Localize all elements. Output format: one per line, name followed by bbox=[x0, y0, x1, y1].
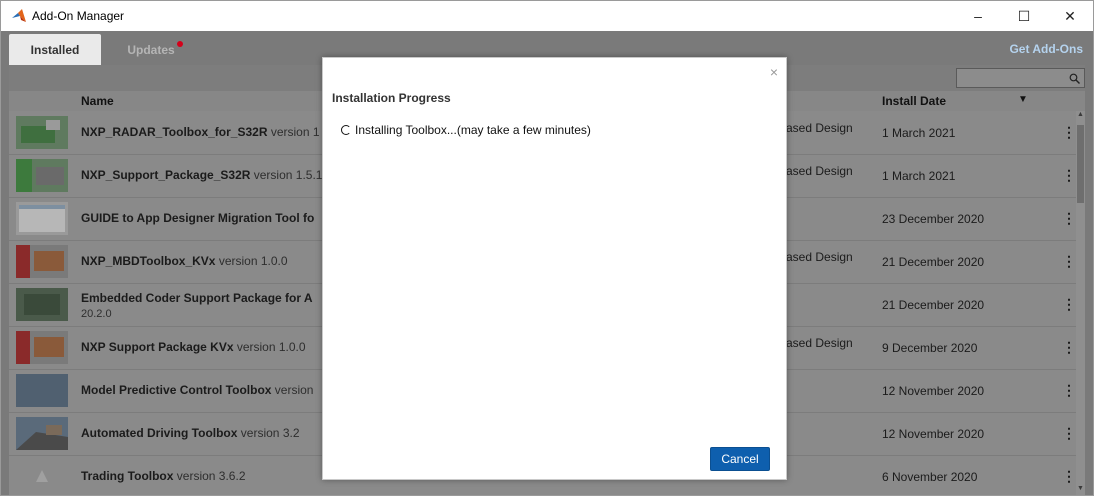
addon-category: ased Design bbox=[786, 164, 853, 178]
sort-dropdown-icon[interactable]: ▼ bbox=[1018, 94, 1028, 105]
row-options-icon[interactable]: ⋮ bbox=[1062, 425, 1076, 442]
board-thumbnail-icon bbox=[16, 159, 68, 192]
column-header-name[interactable]: Name bbox=[81, 94, 114, 108]
addon-category: ased Design bbox=[786, 336, 853, 350]
title-bar: Add-On Manager – ☐ ✕ bbox=[1, 1, 1093, 31]
window-controls: – ☐ ✕ bbox=[955, 1, 1093, 31]
tab-installed[interactable]: Installed bbox=[9, 34, 101, 65]
search-icon bbox=[1069, 73, 1080, 84]
addon-title: NXP Support Package KVx version 1.0.0 bbox=[81, 340, 306, 354]
row-options-icon[interactable]: ⋮ bbox=[1062, 253, 1076, 270]
get-addons-link[interactable]: Get Add-Ons bbox=[1009, 42, 1083, 56]
addon-title: NXP_MBDToolbox_KVx version 1.0.0 bbox=[81, 254, 288, 268]
board-thumbnail-icon bbox=[16, 245, 68, 278]
scroll-down-arrow-icon[interactable]: ▼ bbox=[1076, 485, 1085, 495]
addon-version: 20.2.0 bbox=[81, 308, 112, 320]
spinner-icon bbox=[341, 125, 351, 135]
addon-title: GUIDE to App Designer Migration Tool fo bbox=[81, 211, 315, 225]
addon-title: NXP_RADAR_Toolbox_for_S32R version 1 bbox=[81, 125, 320, 139]
installation-status: Installing Toolbox...(may take a few min… bbox=[341, 123, 591, 137]
tab-installed-label: Installed bbox=[30, 42, 80, 57]
addon-category: ased Design bbox=[786, 121, 853, 135]
cancel-button[interactable]: Cancel bbox=[710, 447, 770, 471]
addon-category: ased Design bbox=[786, 250, 853, 264]
addon-title: NXP_Support_Package_S32R version 1.5.1 bbox=[81, 168, 323, 182]
addon-title: Automated Driving Toolbox version 3.2 bbox=[81, 426, 300, 440]
column-header-install-date[interactable]: Install Date bbox=[882, 94, 946, 108]
addon-install-date: 23 December 2020 bbox=[882, 212, 985, 226]
toolbox-thumbnail-icon bbox=[16, 460, 68, 493]
dialog-close-icon[interactable]: × bbox=[770, 64, 778, 80]
installation-status-text: Installing Toolbox...(may take a few min… bbox=[355, 123, 591, 137]
tab-updates[interactable]: Updates bbox=[109, 34, 201, 65]
search-input[interactable] bbox=[956, 68, 1085, 88]
window-title: Add-On Manager bbox=[32, 9, 125, 23]
addon-install-date: 21 December 2020 bbox=[882, 255, 985, 269]
board-thumbnail-icon bbox=[16, 116, 68, 149]
addon-title: Embedded Coder Support Package for A bbox=[81, 291, 313, 305]
addon-install-date: 21 December 2020 bbox=[882, 298, 985, 312]
row-options-icon[interactable]: ⋮ bbox=[1062, 339, 1076, 356]
add-on-manager-window: Add-On Manager – ☐ ✕ Installed Updates G… bbox=[0, 0, 1094, 496]
scroll-up-arrow-icon[interactable]: ▲ bbox=[1076, 111, 1085, 121]
vertical-scrollbar[interactable]: ▲ ▼ bbox=[1076, 111, 1085, 495]
addon-install-date: 1 March 2021 bbox=[882, 169, 956, 183]
addon-install-date: 9 December 2020 bbox=[882, 341, 978, 355]
row-options-icon[interactable]: ⋮ bbox=[1062, 468, 1076, 485]
maximize-button[interactable]: ☐ bbox=[1001, 1, 1047, 31]
minimize-button[interactable]: – bbox=[955, 1, 1001, 31]
matlab-logo-icon bbox=[12, 9, 26, 22]
addon-install-date: 12 November 2020 bbox=[882, 427, 985, 441]
board-thumbnail-icon bbox=[16, 331, 68, 364]
toolbox-thumbnail-icon bbox=[16, 374, 68, 407]
road-thumbnail-icon bbox=[16, 417, 68, 450]
row-options-icon[interactable]: ⋮ bbox=[1062, 296, 1076, 313]
chip-thumbnail-icon bbox=[16, 288, 68, 321]
close-button[interactable]: ✕ bbox=[1047, 1, 1093, 31]
addon-install-date: 6 November 2020 bbox=[882, 470, 978, 484]
addon-install-date: 1 March 2021 bbox=[882, 126, 956, 140]
app-screenshot-thumbnail-icon bbox=[16, 202, 68, 235]
search-button[interactable] bbox=[1064, 69, 1084, 87]
scrollbar-thumb[interactable] bbox=[1077, 125, 1084, 203]
row-options-icon[interactable]: ⋮ bbox=[1062, 124, 1076, 141]
row-options-icon[interactable]: ⋮ bbox=[1062, 167, 1076, 184]
installation-progress-dialog: × Installation Progress Installing Toolb… bbox=[322, 57, 787, 480]
tab-updates-label: Updates bbox=[127, 42, 175, 57]
dialog-title: Installation Progress bbox=[332, 91, 451, 105]
row-options-icon[interactable]: ⋮ bbox=[1062, 382, 1076, 399]
row-options-icon[interactable]: ⋮ bbox=[1062, 210, 1076, 227]
addon-install-date: 12 November 2020 bbox=[882, 384, 985, 398]
addon-title: Model Predictive Control Toolbox version bbox=[81, 383, 314, 397]
addon-title: Trading Toolbox version 3.6.2 bbox=[81, 469, 246, 483]
updates-badge-dot bbox=[176, 40, 183, 47]
